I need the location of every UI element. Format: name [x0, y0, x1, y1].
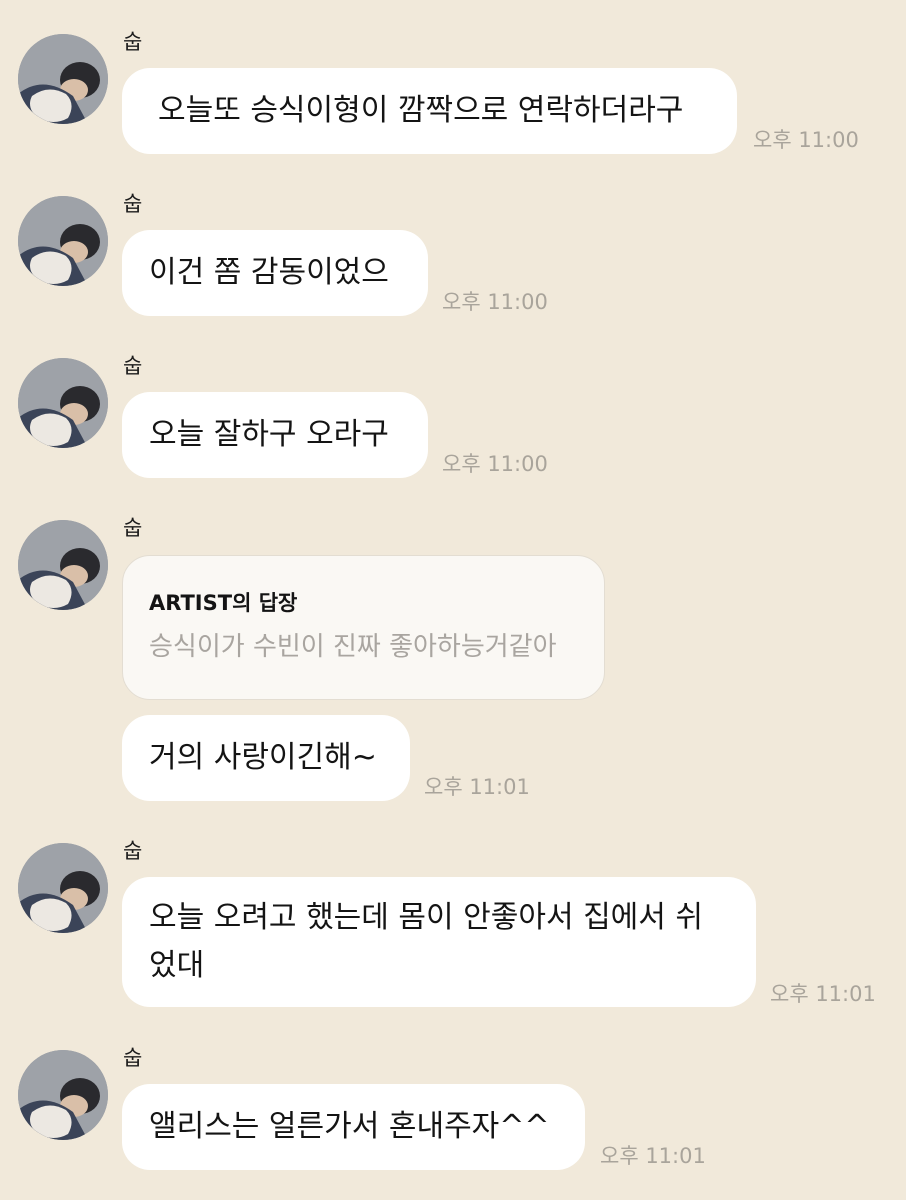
avatar[interactable]	[18, 520, 108, 610]
message-text: 오늘 잘하구 오라구	[149, 417, 389, 452]
message-text: 이건 쫌 감동이었으	[149, 255, 389, 290]
avatar[interactable]	[18, 34, 108, 124]
avatar[interactable]	[18, 1050, 108, 1140]
reply-header: ARTIST의 답장	[149, 591, 298, 615]
message-time: 오후 11:00	[753, 128, 859, 152]
message-text: 거의 사랑이긴해~	[149, 740, 377, 775]
sender-name: 숩	[123, 354, 143, 378]
message-text: 앨리스는 얼른가서 혼내주자^^	[149, 1109, 550, 1144]
message-bubble[interactable]: 거의 사랑이긴해~	[122, 715, 410, 801]
message-text: 오늘 오려고 했는데 몸이 안좋아서 집에서 쉬었대	[149, 900, 704, 983]
message-bubble[interactable]: 앨리스는 얼른가서 혼내주자^^	[122, 1084, 585, 1170]
avatar[interactable]	[18, 843, 108, 933]
message-text: 오늘또 승식이형이 깜짝으로 연락하더라구	[158, 93, 684, 128]
message-time: 오후 11:01	[600, 1144, 706, 1168]
message-bubble[interactable]: 오늘또 승식이형이 깜짝으로 연락하더라구	[122, 68, 737, 154]
sender-name: 숩	[123, 839, 143, 863]
message-time: 오후 11:01	[770, 982, 876, 1006]
reply-text: 승식이가 수빈이 진짜 좋아하능거같아	[149, 632, 557, 662]
sender-name: 숩	[123, 516, 143, 540]
avatar[interactable]	[18, 358, 108, 448]
message-time: 오후 11:01	[424, 775, 530, 799]
avatar[interactable]	[18, 196, 108, 286]
sender-name: 숩	[123, 192, 143, 216]
sender-name: 숩	[123, 30, 143, 54]
message-bubble[interactable]: 오늘 오려고 했는데 몸이 안좋아서 집에서 쉬었대	[122, 877, 756, 1007]
reply-quote[interactable]: ARTIST의 답장 승식이가 수빈이 진짜 좋아하능거같아	[122, 555, 605, 700]
message-bubble[interactable]: 오늘 잘하구 오라구	[122, 392, 428, 478]
message-bubble[interactable]: 이건 쫌 감동이었으	[122, 230, 428, 316]
message-time: 오후 11:00	[442, 452, 548, 476]
sender-name: 숩	[123, 1046, 143, 1070]
message-time: 오후 11:00	[442, 290, 548, 314]
